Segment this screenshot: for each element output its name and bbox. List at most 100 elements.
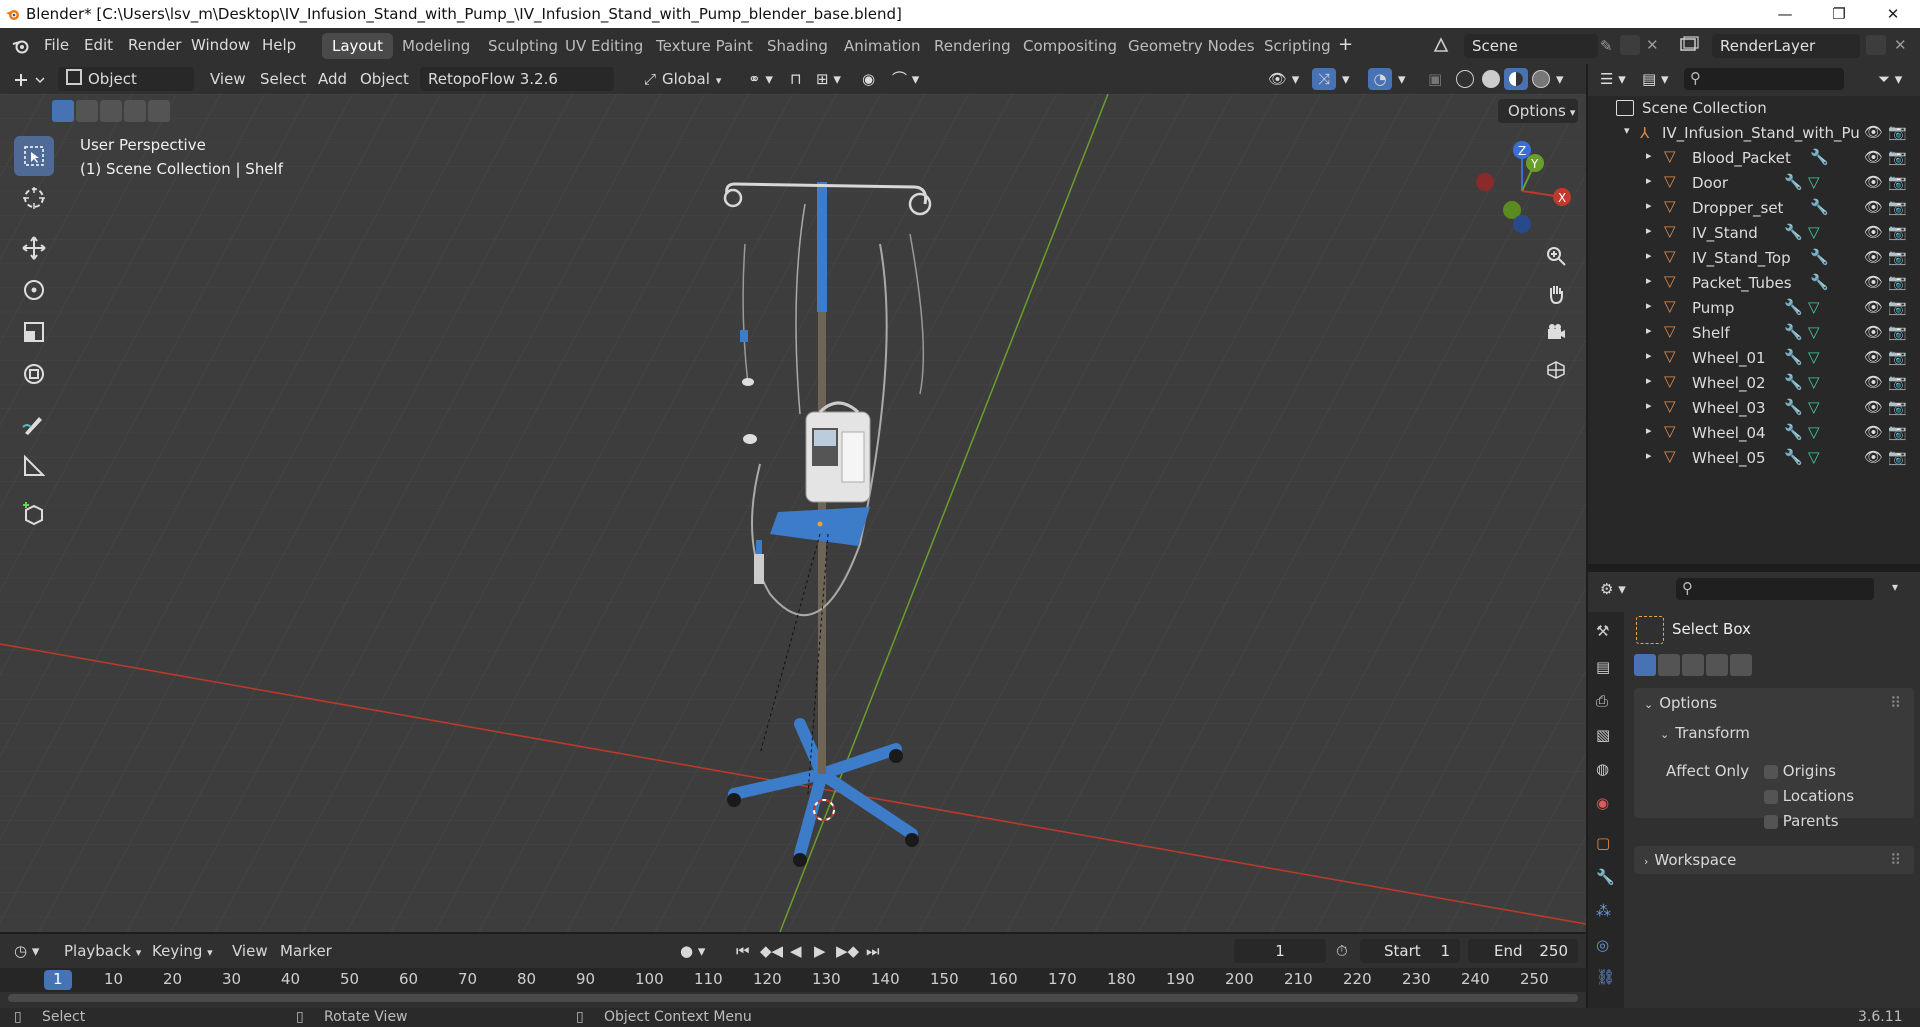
scene-tab-icon[interactable]: ◍: [1596, 760, 1609, 778]
modifier-wrench-icon[interactable]: 🔧: [1784, 223, 1803, 241]
mesh-data-icon[interactable]: ▽: [1808, 298, 1820, 316]
transform-tool[interactable]: [14, 354, 54, 394]
mesh-data-icon[interactable]: ▽: [1808, 373, 1820, 391]
visibility-eye-icon[interactable]: 👁: [1864, 273, 1883, 291]
workspace-section[interactable]: › Workspace ⠿: [1634, 846, 1914, 874]
rotate-tool[interactable]: [14, 270, 54, 310]
render-camera-icon[interactable]: 📷: [1888, 273, 1907, 291]
modifier-tab-icon[interactable]: 🔧: [1596, 868, 1615, 886]
expand-right-icon[interactable]: ▸: [1646, 174, 1652, 187]
tab-shading[interactable]: Shading: [757, 33, 838, 59]
outliner-editor-icon[interactable]: ☰ ▾: [1600, 70, 1626, 88]
expand-right-icon[interactable]: ▸: [1646, 324, 1652, 337]
outliner-row-object[interactable]: ▸ ▽ Door 🔧 ▽ 👁 📷: [1588, 171, 1920, 196]
overlay-toggle-icon[interactable]: ◔: [1368, 68, 1392, 90]
timeline-scrollbar[interactable]: [8, 994, 1578, 1002]
render-camera-icon[interactable]: 📷: [1888, 323, 1907, 341]
view-layer-tab-icon[interactable]: ▧: [1596, 726, 1610, 744]
maximize-button[interactable]: ❐: [1812, 0, 1866, 28]
tab-scripting[interactable]: Scripting: [1254, 33, 1341, 59]
tool-select-intersect-icon[interactable]: [1730, 654, 1752, 676]
physics-tab-icon[interactable]: ◎: [1596, 936, 1609, 954]
expand-right-icon[interactable]: ▸: [1646, 149, 1652, 162]
solid-shading-icon[interactable]: [1482, 70, 1500, 88]
visibility-eye-icon[interactable]: 👁: [1864, 198, 1883, 216]
orientation-dropdown[interactable]: ⤢ Global ▾: [636, 67, 736, 91]
modifier-wrench-icon[interactable]: 🔧: [1784, 398, 1803, 416]
tool-tab-icon[interactable]: ⚒: [1596, 622, 1609, 640]
select-subtract-icon[interactable]: [100, 100, 122, 122]
menu-help[interactable]: Help: [262, 36, 296, 54]
outliner-row-object[interactable]: ▸ ▽ Wheel_04 🔧 ▽ 👁 📷: [1588, 421, 1920, 446]
menu-select[interactable]: Select: [260, 67, 306, 91]
render-camera-icon[interactable]: 📷: [1888, 298, 1907, 316]
tool-select-new-icon[interactable]: [1634, 654, 1656, 676]
mesh-data-icon[interactable]: ▽: [1808, 323, 1820, 341]
editor-type-icon[interactable]: [12, 71, 48, 89]
render-camera-icon[interactable]: 📷: [1888, 148, 1907, 166]
retopoflow-dropdown[interactable]: RetopoFlow 3.2.6 (github)▾: [420, 67, 614, 112]
render-camera-icon[interactable]: 📷: [1888, 373, 1907, 391]
mesh-data-icon[interactable]: ▽: [1808, 348, 1820, 366]
menu-render[interactable]: Render: [128, 36, 181, 54]
visibility-eye-icon[interactable]: 👁: [1864, 173, 1883, 191]
expand-right-icon[interactable]: ▸: [1646, 299, 1652, 312]
3d-viewport[interactable]: User Perspective (1) Scene Collection | …: [0, 94, 1586, 932]
scale-tool[interactable]: [14, 312, 54, 352]
play-reverse-icon[interactable]: ◀: [790, 942, 802, 960]
select-invert-icon[interactable]: [124, 100, 146, 122]
ortho-toggle-icon[interactable]: [1540, 354, 1572, 386]
options-dropdown[interactable]: Options ▾: [1498, 99, 1578, 123]
menu-file[interactable]: File: [44, 36, 69, 54]
playback-menu[interactable]: Playback ▾: [64, 942, 141, 960]
menu-window[interactable]: Window: [191, 36, 250, 54]
wireframe-shading-icon[interactable]: [1456, 70, 1474, 88]
current-frame-field[interactable]: 1: [1234, 939, 1326, 963]
transform-header[interactable]: ⌄ Transform: [1660, 724, 1750, 742]
mesh-data-icon[interactable]: ▽: [1808, 448, 1820, 466]
new-scene-icon[interactable]: [1620, 35, 1640, 55]
camera-view-icon[interactable]: [1540, 316, 1572, 348]
render-camera-icon[interactable]: 📷: [1888, 223, 1907, 241]
world-tab-icon[interactable]: ◉: [1596, 794, 1609, 812]
tab-rendering[interactable]: Rendering: [924, 33, 1021, 59]
snap-icon[interactable]: ⊓: [790, 67, 802, 91]
filter-icon[interactable]: ⏷ ▾: [1878, 70, 1902, 88]
close-button[interactable]: ✕: [1866, 0, 1920, 28]
navigation-gizmo[interactable]: Z Y X: [1470, 138, 1580, 248]
renderlayer-field[interactable]: RenderLayer: [1712, 34, 1860, 58]
visibility-eye-icon[interactable]: 👁: [1864, 248, 1883, 266]
render-camera-icon[interactable]: 📷: [1888, 248, 1907, 266]
drag-handle-icon[interactable]: ⠿: [1890, 694, 1901, 712]
mesh-data-icon[interactable]: ▽: [1808, 173, 1820, 191]
particles-tab-icon[interactable]: ⁂: [1596, 902, 1611, 920]
menu-edit[interactable]: Edit: [84, 36, 113, 54]
outliner-row-object[interactable]: ▸ ▽ Pump 🔧 ▽ 👁 📷: [1588, 296, 1920, 321]
pan-hand-icon[interactable]: [1540, 278, 1572, 310]
expand-right-icon[interactable]: ▸: [1646, 449, 1652, 462]
tab-modeling[interactable]: Modeling: [392, 33, 480, 59]
menu-add[interactable]: Add: [318, 67, 347, 91]
outliner-row-object[interactable]: ▸ ▽ IV_Stand_Top 🔧 👁 📷: [1588, 246, 1920, 271]
object-tab-icon[interactable]: ▢: [1596, 834, 1610, 852]
outliner-scrollbar[interactable]: [1588, 564, 1920, 570]
modifier-wrench-icon[interactable]: 🔧: [1810, 273, 1829, 291]
next-keyframe-icon[interactable]: ▶◆: [836, 942, 859, 960]
select-extend-icon[interactable]: [76, 100, 98, 122]
modifier-wrench-icon[interactable]: 🔧: [1784, 348, 1803, 366]
tool-select-invert-icon[interactable]: [1706, 654, 1728, 676]
proportional-edit-icon[interactable]: ◉: [862, 67, 875, 91]
tab-uv-editing[interactable]: UV Editing: [555, 33, 653, 59]
outliner-row-object[interactable]: ▸ ▽ Wheel_05 🔧 ▽ 👁 📷: [1588, 446, 1920, 471]
select-new-icon[interactable]: [52, 100, 74, 122]
zoom-icon[interactable]: [1540, 240, 1572, 272]
rendered-shading-icon[interactable]: [1532, 70, 1550, 88]
start-frame-field[interactable]: Start 1: [1360, 939, 1460, 963]
snap-target-icon[interactable]: ⊞ ▾: [816, 67, 841, 91]
expand-right-icon[interactable]: ▸: [1646, 249, 1652, 262]
chevron-down-icon[interactable]: ▾: [1892, 580, 1898, 594]
modifier-wrench-icon[interactable]: 🔧: [1784, 448, 1803, 466]
expand-right-icon[interactable]: ▸: [1646, 424, 1652, 437]
material-preview-icon[interactable]: [1504, 68, 1528, 90]
visibility-eye-icon[interactable]: 👁: [1864, 373, 1883, 391]
